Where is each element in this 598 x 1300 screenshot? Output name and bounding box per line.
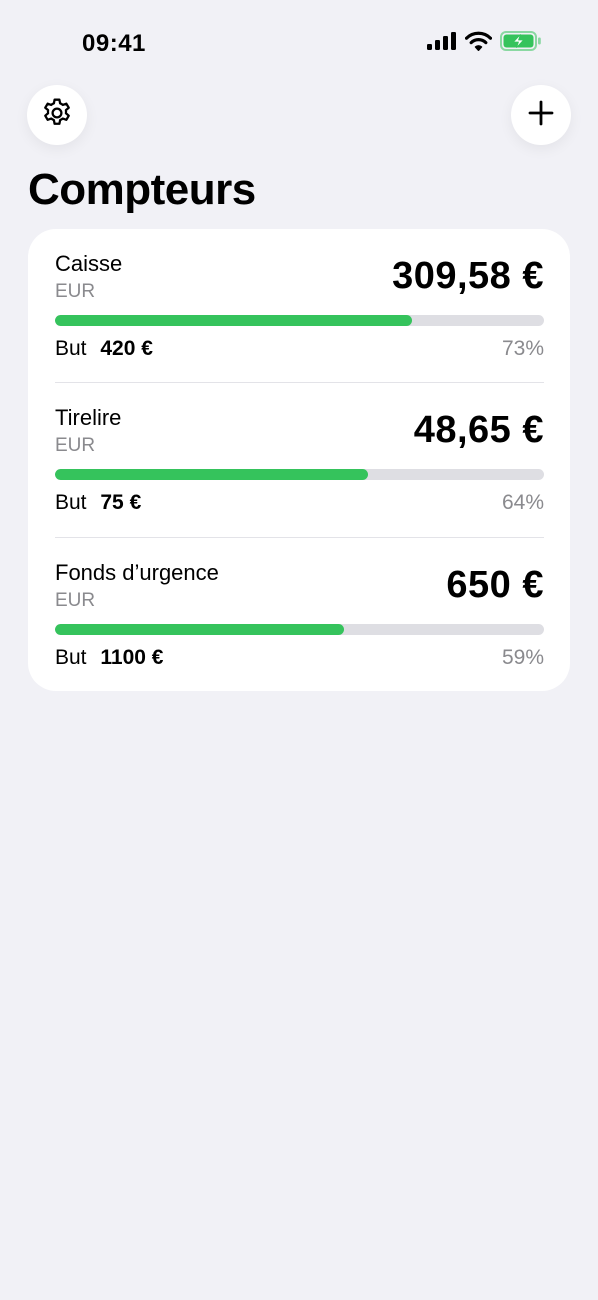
status-icons <box>427 31 542 56</box>
progress-percent: 59% <box>501 646 544 669</box>
counters-card: Caisse EUR 309,58 € But 420 € 73% Tireli… <box>28 229 570 691</box>
progress-bar <box>55 315 544 326</box>
goal-label: But <box>55 646 87 669</box>
counter-value: 48,65 € <box>413 409 544 451</box>
battery-charging-icon <box>500 31 542 56</box>
progress-fill <box>55 469 368 480</box>
goal-row: But 75 € <box>55 491 141 515</box>
progress-bar <box>55 624 544 635</box>
counter-row-caisse[interactable]: Caisse EUR 309,58 € But 420 € 73% <box>55 229 544 383</box>
progress-fill <box>55 624 344 635</box>
gear-icon <box>40 96 74 135</box>
wifi-icon <box>464 31 493 56</box>
counter-currency: EUR <box>55 435 96 456</box>
settings-button[interactable] <box>27 85 87 145</box>
progress-fill <box>55 315 412 326</box>
cellular-signal-icon <box>427 32 457 55</box>
counter-row-fonds-urgence[interactable]: Fonds d’urgence EUR 650 € But 1100 € 59% <box>55 538 544 692</box>
counter-name: Fonds d’urgence <box>55 560 219 585</box>
goal-amount: 420 € <box>100 337 153 360</box>
progress-bar <box>55 469 544 480</box>
status-time: 09:41 <box>82 30 146 57</box>
counter-row-tirelire[interactable]: Tirelire EUR 48,65 € But 75 € 64% <box>55 383 544 537</box>
plus-icon <box>527 99 555 132</box>
goal-amount: 1100 € <box>100 646 164 669</box>
page-title: Compteurs <box>28 165 256 214</box>
goal-label: But <box>55 491 87 514</box>
goal-row: But 1100 € <box>55 646 163 670</box>
counter-currency: EUR <box>55 590 96 611</box>
counter-value: 309,58 € <box>392 255 544 297</box>
progress-percent: 64% <box>501 491 544 514</box>
counter-value: 650 € <box>446 564 544 606</box>
goal-row: But 420 € <box>55 337 153 361</box>
status-bar: 09:41 <box>0 0 598 80</box>
progress-percent: 73% <box>501 337 544 360</box>
counter-name: Tirelire <box>55 405 122 430</box>
goal-amount: 75 € <box>100 491 142 514</box>
counter-currency: EUR <box>55 281 96 302</box>
add-counter-button[interactable] <box>511 85 571 145</box>
goal-label: But <box>55 337 87 360</box>
counter-name: Caisse <box>55 251 123 276</box>
